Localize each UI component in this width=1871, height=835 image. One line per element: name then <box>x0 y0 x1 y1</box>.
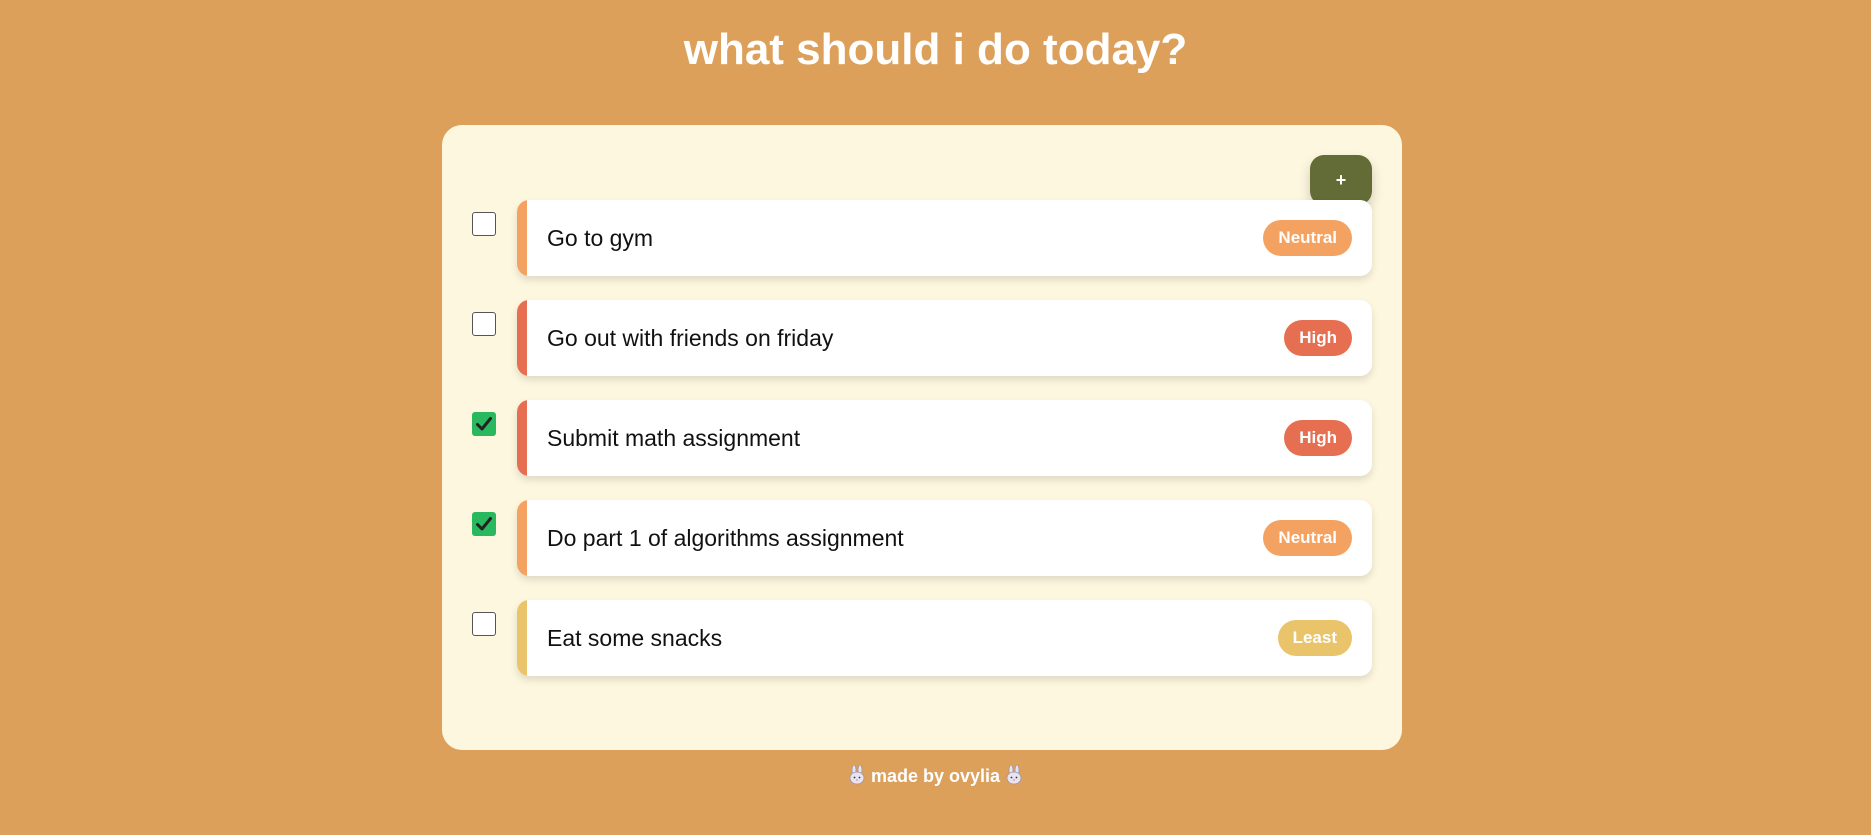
task-checkbox[interactable] <box>472 412 496 436</box>
bunny-icon <box>849 764 865 785</box>
task-label: Go out with friends on friday <box>547 325 834 351</box>
task-row: Eat some snacks Least <box>442 600 1402 676</box>
priority-bar <box>517 600 527 676</box>
task-checkbox[interactable] <box>472 512 496 536</box>
add-task-button[interactable]: + <box>1310 155 1372 205</box>
task-item[interactable]: Go out with friends on friday High <box>517 300 1372 376</box>
task-item[interactable]: Submit math assignment High <box>517 400 1372 476</box>
priority-badge: Least <box>1277 620 1352 656</box>
task-label: Do part 1 of algorithms assignment <box>547 525 904 551</box>
checkmark-icon <box>476 517 492 531</box>
bunny-icon <box>1006 764 1022 785</box>
priority-badge: Neutral <box>1263 520 1352 556</box>
priority-bar <box>517 300 527 376</box>
task-checkbox[interactable] <box>472 612 496 636</box>
footer: made by ovylia <box>0 764 1871 788</box>
task-checkbox[interactable] <box>472 312 496 336</box>
priority-bar <box>517 500 527 576</box>
priority-badge: Neutral <box>1263 220 1352 256</box>
task-label: Eat some snacks <box>547 625 723 651</box>
task-row: Go out with friends on friday High <box>442 300 1402 376</box>
task-label: Submit math assignment <box>547 425 801 451</box>
task-item[interactable]: Go to gym Neutral <box>517 200 1372 276</box>
task-checkbox[interactable] <box>472 212 496 236</box>
task-item[interactable]: Eat some snacks Least <box>517 600 1372 676</box>
todo-card: + Go to gym Neutral Go out with friends … <box>442 125 1402 750</box>
task-label: Go to gym <box>547 225 654 251</box>
page-title: what should i do today? <box>683 25 1188 74</box>
task-row: Submit math assignment High <box>442 400 1402 476</box>
priority-badge: High <box>1284 420 1352 456</box>
priority-bar <box>517 200 527 276</box>
task-row: Do part 1 of algorithms assignment Neutr… <box>442 500 1402 576</box>
footer-text: made by ovylia <box>870 766 1001 786</box>
checkmark-icon <box>476 417 492 431</box>
priority-bar <box>517 400 527 476</box>
task-row: Go to gym Neutral <box>442 200 1402 276</box>
task-item[interactable]: Do part 1 of algorithms assignment Neutr… <box>517 500 1372 576</box>
priority-badge: High <box>1284 320 1352 356</box>
